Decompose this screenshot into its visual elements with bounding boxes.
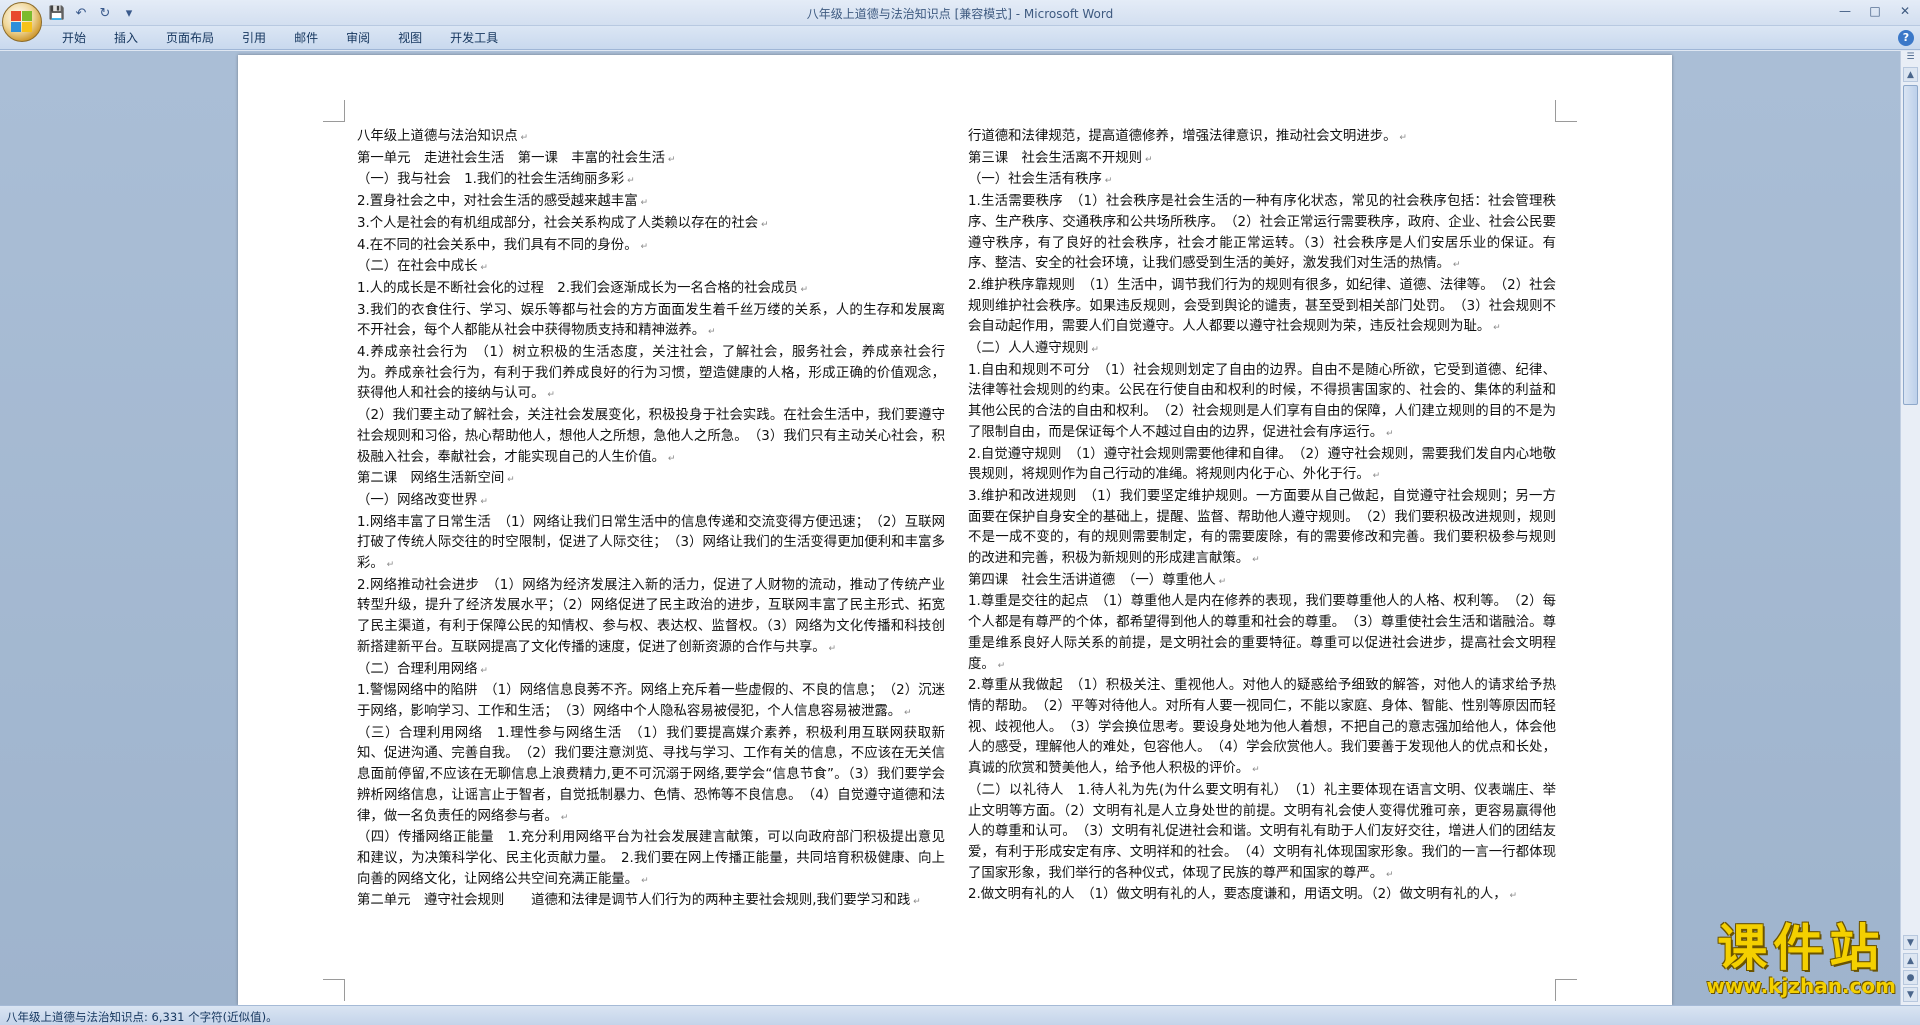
minimize-icon[interactable]: — [1830, 0, 1860, 22]
document-page[interactable]: 八年级上道德与法治知识点 第一单元 走进社会生活 第一课 丰富的社会生活 （一）… [238, 55, 1672, 1005]
paragraph: 2.置身社会之中，对社会生活的感受越来越丰富 [357, 192, 945, 214]
left-text-column: 八年级上道德与法治知识点 第一单元 走进社会生活 第一课 丰富的社会生活 （一）… [357, 127, 945, 913]
close-icon[interactable]: ✕ [1890, 0, 1920, 22]
tab-references[interactable]: 引用 [228, 26, 280, 50]
paragraph: 1.生活需要秩序 （1）社会秩序是社会生活的一种有序化状态，常见的社会秩序包括：… [968, 192, 1556, 276]
help-icon[interactable]: ? [1898, 30, 1914, 46]
tab-developer[interactable]: 开发工具 [436, 26, 512, 50]
office-button[interactable] [2, 2, 42, 42]
scrollbar-thumb[interactable] [1903, 85, 1918, 405]
paragraph: 2.尊重从我做起 （1）积极关注、重视他人。对他人的疑惑给予细致的解答，对他人的… [968, 676, 1556, 781]
heading: 第一单元 走进社会生活 第一课 丰富的社会生活 [357, 149, 945, 171]
heading: 第二课 网络生活新空间 [357, 469, 945, 491]
right-text-column: 行道德和法律规范，提高道德修养，增强法律意识，推动社会文明进步。 第三课 社会生… [968, 127, 1556, 907]
paragraph: （2）我们要主动了解社会，关注社会发展变化，积极投身于社会实践。在社会生活中，我… [357, 406, 945, 469]
page-corner-mark [1555, 979, 1577, 1001]
paragraph: 2.自觉遵守规则 （1）遵守社会规则需要他律和自律。 （2）遵守社会规则，需要我… [968, 445, 1556, 487]
maximize-icon[interactable]: □ [1860, 0, 1890, 22]
tab-home[interactable]: 开始 [48, 26, 100, 50]
paragraph: 1.警惕网络中的陷阱 （1）网络信息良莠不齐。网络上充斥着一些虚假的、不良的信息… [357, 681, 945, 723]
paragraph: 4.在不同的社会关系中，我们具有不同的身份。 [357, 236, 945, 258]
scroll-up-icon[interactable]: ▲ [1903, 67, 1918, 82]
scroll-down-icon[interactable]: ▼ [1903, 935, 1918, 950]
tab-mailings[interactable]: 邮件 [280, 26, 332, 50]
site-watermark: 课件站 www.kjzhan.com [1706, 921, 1896, 997]
paragraph: （四）传播网络正能量 1.充分利用网络平台为社会发展建言献策，可以向政府部门积极… [357, 828, 945, 891]
paragraph: 2.网络推动社会进步 （1）网络为经济发展注入新的活力，促进了人财物的流动，推动… [357, 576, 945, 660]
next-page-icon[interactable]: ▼ [1903, 987, 1918, 1002]
ribbon: 开始 插入 页面布局 引用 邮件 审阅 视图 开发工具 ? [0, 26, 1920, 50]
window-title: 八年级上道德与法治知识点 [兼容模式] - Microsoft Word [806, 7, 1114, 21]
paragraph: 2.维护秩序靠规则 （1）生活中，调节我们行为的规则有很多，如纪律、道德、法律等… [968, 276, 1556, 339]
doc-title: 八年级上道德与法治知识点 [357, 127, 945, 149]
paragraph: （一）网络改变世界 [357, 491, 945, 513]
paragraph: （二）合理利用网络 [357, 660, 945, 682]
document-area: 八年级上道德与法治知识点 第一单元 走进社会生活 第一课 丰富的社会生活 （一）… [0, 51, 1900, 1005]
page-corner-mark [323, 979, 345, 1001]
paragraph: 1.网络丰富了日常生活 （1）网络让我们日常生活中的信息传递和交流变得方便迅速；… [357, 513, 945, 576]
paragraph: 4.养成亲社会行为 （1）树立积极的生活态度，关注社会，了解社会，服务社会，养成… [357, 343, 945, 406]
browse-object-icon[interactable]: ● [1903, 970, 1918, 985]
paragraph: （一）社会生活有秩序 [968, 170, 1556, 192]
vertical-scrollbar[interactable]: ▲ ▼ ▲ ● ▼ [1900, 51, 1920, 1005]
paragraph: （一）我与社会 1.我们的社会生活绚丽多彩 [357, 170, 945, 192]
paragraph: 1.人的成长是不断社会化的过程 2.我们会逐渐成长为一名合格的社会成员 [357, 279, 945, 301]
paragraph: 1.尊重是交往的起点 （1）尊重他人是内在修养的表现，我们要尊重他人的人格、权利… [968, 592, 1556, 676]
paragraph: （二）在社会中成长 [357, 257, 945, 279]
tab-view[interactable]: 视图 [384, 26, 436, 50]
title-bar: 💾 ↶ ↻ ▾ 八年级上道德与法治知识点 [兼容模式] - Microsoft … [0, 0, 1920, 26]
paragraph: 1.自由和规则不可分 （1）社会规则划定了自由的边界。自由不是随心所欲，它受到道… [968, 361, 1556, 445]
heading: 第三课 社会生活离不开规则 [968, 149, 1556, 171]
paragraph: 3.维护和改进规则 （1）我们要坚定维护规则。一方面要从自己做起，自觉遵守社会规… [968, 487, 1556, 571]
paragraph: 2.做文明有礼的人 （1）做文明有礼的人，要态度谦和，用语文明。（2）做文明有礼… [968, 885, 1556, 907]
previous-page-icon[interactable]: ▲ [1903, 953, 1918, 968]
watermark-url: www.kjzhan.com [1706, 974, 1896, 998]
tab-insert[interactable]: 插入 [100, 26, 152, 50]
watermark-title: 课件站 [1717, 919, 1886, 977]
page-corner-mark [323, 100, 345, 122]
heading: 第二单元 遵守社会规则 道德和法律是调节人们行为的两种主要社会规则,我们要学习和… [357, 891, 945, 913]
page-corner-mark [1555, 100, 1577, 122]
status-bar: 八年级上道德与法治知识点: 6,331 个字符(近似值)。 [0, 1005, 1920, 1025]
paragraph: （二）以礼待人 1.待人礼为先(为什么要文明有礼） （1）礼主要体现在语言文明、… [968, 781, 1556, 886]
ribbon-tabs: 开始 插入 页面布局 引用 邮件 审阅 视图 开发工具 [48, 26, 512, 50]
tab-page-layout[interactable]: 页面布局 [152, 26, 228, 50]
paragraph: 3.我们的衣食住行、学习、娱乐等都与社会的方方面面发生着千丝万缕的关系，人的生存… [357, 301, 945, 343]
paragraph: 行道德和法律规范，提高道德修养，增强法律意识，推动社会文明进步。 [968, 127, 1556, 149]
tab-review[interactable]: 审阅 [332, 26, 384, 50]
ruler-toggle-icon[interactable]: ☰ [1902, 52, 1919, 66]
window-controls: — □ ✕ [1830, 0, 1920, 22]
heading: 第四课 社会生活讲道德 （一）尊重他人 [968, 571, 1556, 593]
paragraph: （二）人人遵守规则 [968, 339, 1556, 361]
paragraph: 3.个人是社会的有机组成部分，社会关系构成了人类赖以存在的社会 [357, 214, 945, 236]
paragraph: （三）合理利用网络 1.理性参与网络生活 （1）我们要提高媒介素养，积极利用互联… [357, 724, 945, 829]
office-logo-icon [11, 11, 33, 33]
word-count-status[interactable]: 八年级上道德与法治知识点: 6,331 个字符(近似值)。 [6, 1009, 278, 1025]
